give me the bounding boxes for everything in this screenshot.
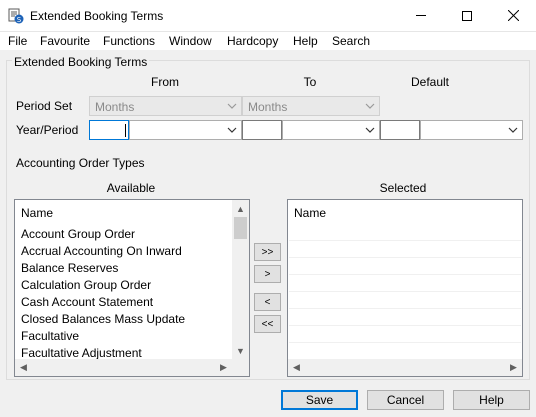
remove-all-button[interactable]: <<	[254, 315, 281, 333]
minimize-icon	[416, 15, 426, 16]
list-item[interactable]: Calculation Group Order	[21, 278, 151, 292]
add-button[interactable]: >	[254, 265, 281, 283]
year-to-input[interactable]	[242, 120, 282, 140]
year-default-input[interactable]	[380, 120, 420, 140]
title-bar: S Extended Booking Terms	[0, 0, 536, 32]
list-item[interactable]: Account Group Order	[21, 227, 135, 241]
col-to-label: To	[303, 75, 317, 89]
chevron-down-icon	[227, 127, 237, 133]
add-all-button[interactable]: >>	[254, 243, 281, 261]
menu-file[interactable]: File	[8, 34, 27, 48]
scroll-left-icon[interactable]: ◀	[15, 359, 32, 376]
svg-text:S: S	[17, 16, 22, 24]
scroll-left-icon[interactable]: ◀	[288, 359, 305, 376]
close-icon	[507, 10, 519, 21]
menu-bar: File Favourite Functions Window Hardcopy…	[0, 32, 536, 50]
chevron-down-icon	[365, 103, 375, 109]
selected-label: Selected	[379, 181, 427, 195]
scroll-right-icon[interactable]: ▶	[215, 359, 232, 376]
table-row	[289, 275, 521, 292]
maximize-button[interactable]	[444, 0, 490, 31]
menu-functions[interactable]: Functions	[103, 34, 155, 48]
list-item[interactable]: Closed Balances Mass Update	[21, 312, 185, 326]
help-button[interactable]: Help	[453, 390, 530, 410]
table-row	[289, 241, 521, 258]
available-list[interactable]: Name Account Group Order Accrual Account…	[14, 199, 250, 377]
period-from-select[interactable]	[129, 120, 242, 140]
col-from-label: From	[151, 75, 179, 89]
period-set-from-select: Months	[89, 96, 242, 116]
chevron-down-icon	[227, 103, 237, 109]
maximize-icon	[462, 10, 472, 21]
table-row	[289, 343, 521, 360]
chevron-down-icon	[365, 127, 375, 133]
menu-window[interactable]: Window	[169, 34, 212, 48]
selected-list[interactable]: Name ◀ ▶	[287, 199, 523, 377]
table-row	[289, 309, 521, 326]
group-title: Extended Booking Terms	[12, 55, 150, 69]
list-item[interactable]: Facultative	[21, 329, 79, 343]
scroll-right-icon[interactable]: ▶	[505, 359, 522, 376]
order-types-label: Accounting Order Types	[16, 156, 145, 170]
period-set-to-select: Months	[242, 96, 380, 116]
period-set-label: Period Set	[16, 99, 73, 113]
save-button[interactable]: Save	[281, 390, 358, 410]
table-row	[289, 326, 521, 343]
table-row	[289, 292, 521, 309]
remove-button[interactable]: <	[254, 293, 281, 311]
menu-hardcopy[interactable]: Hardcopy	[227, 34, 278, 48]
menu-favourite[interactable]: Favourite	[40, 34, 90, 48]
app-booking-icon: S	[8, 8, 24, 24]
text-caret	[125, 124, 126, 137]
available-label: Available	[106, 181, 156, 195]
list-item[interactable]: Accrual Accounting On Inward	[21, 244, 182, 258]
selected-horizontal-scrollbar[interactable]: ◀ ▶	[288, 359, 522, 376]
period-default-select[interactable]	[420, 120, 523, 140]
cancel-button[interactable]: Cancel	[367, 390, 444, 410]
menu-help[interactable]: Help	[293, 34, 318, 48]
selected-name-header[interactable]: Name	[294, 206, 326, 220]
period-set-to-value: Months	[248, 100, 288, 114]
period-to-select[interactable]	[282, 120, 380, 140]
available-vertical-scrollbar[interactable]: ▲ ▼	[232, 200, 249, 359]
available-horizontal-scrollbar[interactable]: ◀ ▶	[15, 359, 249, 376]
minimize-button[interactable]	[398, 0, 444, 31]
year-from-input[interactable]	[89, 120, 129, 140]
period-set-from-value: Months	[95, 100, 135, 114]
menu-search[interactable]: Search	[332, 34, 370, 48]
list-item[interactable]: Balance Reserves	[21, 261, 118, 275]
close-button[interactable]	[490, 0, 536, 31]
scroll-thumb[interactable]	[234, 217, 247, 239]
list-item[interactable]: Cash Account Statement	[21, 295, 153, 309]
available-name-header[interactable]: Name	[21, 206, 53, 220]
table-row	[289, 224, 521, 241]
year-period-label: Year/Period	[16, 123, 79, 137]
scroll-down-icon[interactable]: ▼	[232, 342, 249, 359]
chevron-down-icon	[508, 127, 518, 133]
window-title: Extended Booking Terms	[30, 9, 164, 23]
table-row	[289, 258, 521, 275]
scroll-up-icon[interactable]: ▲	[232, 200, 249, 217]
col-default-label: Default	[410, 75, 450, 89]
list-item[interactable]: Facultative Adjustment	[21, 346, 142, 360]
